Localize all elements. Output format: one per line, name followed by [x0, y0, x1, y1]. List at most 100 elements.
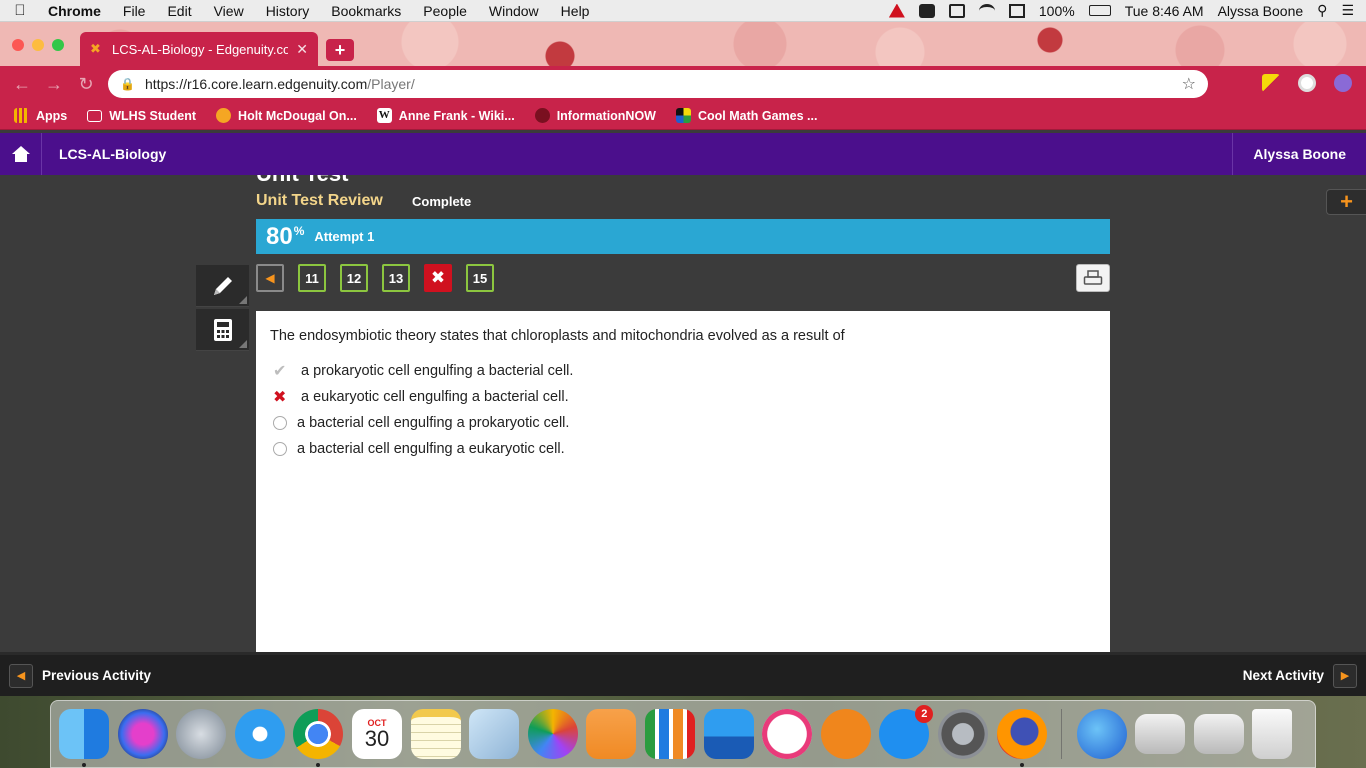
question-15-button[interactable]: 15 — [466, 264, 494, 292]
apple-menu-icon[interactable]:  — [0, 2, 40, 19]
menu-view[interactable]: View — [203, 3, 255, 19]
system-preferences-gear-icon[interactable] — [937, 709, 988, 759]
notepad-tool-button[interactable] — [196, 265, 249, 307]
bookmark-cool-math[interactable]: Cool Math Games ... — [675, 108, 817, 123]
menu-help[interactable]: Help — [550, 3, 601, 19]
bookmark-anne-frank[interactable]: W Anne Frank - Wiki... — [376, 108, 515, 123]
firefox-icon[interactable] — [996, 709, 1047, 767]
score-bar: 80 % Attempt 1 — [256, 219, 1110, 254]
address-bar[interactable]: 🔒 https://r16.core.learn.edgenuity.com/P… — [108, 70, 1208, 98]
browser-tab-active[interactable]: ✖ LCS-AL-Biology - Edgenuity.co ✕ — [80, 32, 318, 66]
question-14-incorrect-button[interactable]: ✖ — [424, 264, 452, 292]
numbers-icon[interactable] — [644, 709, 695, 759]
notification-center-icon[interactable]: ☰ — [1341, 2, 1354, 19]
previous-questions-button[interactable]: ◀ — [256, 264, 284, 292]
user-menu[interactable]: Alyssa Boone — [1232, 133, 1366, 175]
extensions-area — [1262, 74, 1352, 92]
home-button[interactable] — [0, 133, 42, 175]
previous-activity-label: Previous Activity — [42, 668, 152, 683]
wikipedia-icon: W — [376, 108, 392, 123]
previous-activity-button[interactable]: ◀ Previous Activity — [9, 663, 152, 688]
radio-button[interactable] — [273, 442, 287, 456]
notes-icon[interactable] — [410, 709, 461, 759]
printer-icon — [1083, 270, 1103, 285]
spotlight-search-icon[interactable]: ⚲ — [1317, 2, 1327, 19]
calculator-tool-button[interactable] — [196, 309, 249, 351]
pages-icon[interactable] — [586, 709, 637, 759]
answer-option-3[interactable]: a bacterial cell engulfing a prokaryotic… — [270, 410, 1096, 436]
incorrect-x-icon: ✖ — [273, 389, 287, 406]
menu-file[interactable]: File — [112, 3, 157, 19]
lock-icon[interactable]: 🔒 — [120, 77, 135, 91]
network-globe-icon[interactable] — [1076, 709, 1127, 759]
minimize-window-button[interactable] — [32, 39, 44, 51]
menu-history[interactable]: History — [255, 3, 321, 19]
informationnow-icon — [534, 108, 550, 123]
menu-app-chrome[interactable]: Chrome — [40, 3, 112, 19]
radio-button[interactable] — [273, 416, 287, 430]
bookmark-holt-mcdougal[interactable]: Holt McDougal On... — [216, 108, 357, 123]
close-tab-icon[interactable]: ✕ — [296, 41, 308, 58]
finder-icon[interactable] — [59, 709, 109, 767]
tab-title: LCS-AL-Biology - Edgenuity.co — [112, 41, 289, 57]
highlighter-extension-icon[interactable] — [1262, 74, 1280, 92]
photos-icon[interactable] — [527, 709, 578, 759]
status-label: Complete — [412, 194, 472, 209]
profile-avatar[interactable] — [1334, 74, 1352, 92]
ibooks-icon[interactable] — [820, 709, 871, 759]
menubar-clock[interactable]: Tue 8:46 AM — [1125, 3, 1204, 19]
bookmark-label: Anne Frank - Wiki... — [398, 108, 515, 123]
answer-option-4[interactable]: a bacterial cell engulfing a eukaryotic … — [270, 436, 1096, 462]
reload-icon[interactable]: ↻ — [70, 74, 102, 95]
bookmark-apps[interactable]: Apps — [14, 108, 67, 123]
itunes-icon[interactable] — [762, 709, 813, 759]
expand-plus-button[interactable]: + — [1326, 189, 1366, 215]
battery-icon[interactable] — [1088, 5, 1111, 16]
keynote-icon[interactable] — [703, 709, 754, 759]
menu-window[interactable]: Window — [478, 3, 550, 19]
menu-bookmarks[interactable]: Bookmarks — [320, 3, 412, 19]
photo-booth-icon[interactable] — [469, 709, 520, 759]
adobe-status-icon[interactable] — [888, 3, 905, 18]
answer-text: a prokaryotic cell engulfing a bacterial… — [301, 363, 574, 379]
course-title[interactable]: LCS-AL-Biology — [42, 146, 166, 162]
drive-icon[interactable] — [1135, 714, 1186, 754]
forward-arrow-icon[interactable]: → — [38, 74, 70, 95]
bookmark-informationnow[interactable]: InformationNOW — [534, 108, 656, 123]
back-arrow-icon[interactable]: ← — [6, 74, 38, 95]
close-window-button[interactable] — [12, 39, 24, 51]
clock-extension-icon[interactable] — [1298, 74, 1316, 92]
chrome-icon[interactable] — [293, 709, 344, 767]
bookmark-star-icon[interactable]: ☆ — [1182, 74, 1196, 94]
menu-edit[interactable]: Edit — [156, 3, 202, 19]
answer-option-1[interactable]: ✔ a prokaryotic cell engulfing a bacteri… — [270, 358, 1096, 384]
question-11-button[interactable]: 11 — [298, 264, 326, 292]
safari-compass-icon[interactable] — [234, 709, 285, 759]
trash-icon[interactable] — [1252, 709, 1293, 759]
print-button[interactable] — [1076, 264, 1110, 292]
question-12-button[interactable]: 12 — [340, 264, 368, 292]
launchpad-rocket-icon[interactable] — [176, 709, 227, 759]
skype-status-icon[interactable] — [918, 3, 935, 18]
app-store-badge: 2 — [915, 705, 934, 723]
activity-footer: ◀ Previous Activity Next Activity ▶ — [0, 652, 1366, 696]
apps-grid-icon — [14, 108, 29, 123]
attempt-label: Attempt 1 — [314, 229, 375, 244]
siri-icon[interactable] — [117, 709, 168, 759]
question-13-button[interactable]: 13 — [382, 264, 410, 292]
new-tab-button[interactable]: + — [326, 39, 354, 61]
airplay-icon[interactable] — [1008, 3, 1025, 18]
menu-people[interactable]: People — [412, 3, 478, 19]
incorrect-x-icon: ✖ — [430, 268, 446, 287]
answer-option-2[interactable]: ✖ a eukaryotic cell engulfing a bacteria… — [270, 384, 1096, 410]
calendar-icon[interactable]: OCT 30 — [351, 709, 402, 759]
bookmark-wlhs-student[interactable]: WLHS Student — [87, 109, 196, 123]
next-activity-button[interactable]: Next Activity ▶ — [1243, 663, 1357, 688]
menubar-user[interactable]: Alyssa Boone — [1218, 3, 1304, 19]
drive-icon-2[interactable] — [1193, 714, 1244, 754]
app-store-icon[interactable]: 2 — [879, 705, 934, 759]
zoom-window-button[interactable] — [52, 39, 64, 51]
printer-status-icon[interactable] — [948, 3, 965, 18]
coolmath-icon — [675, 108, 691, 123]
wifi-icon[interactable] — [978, 3, 995, 18]
